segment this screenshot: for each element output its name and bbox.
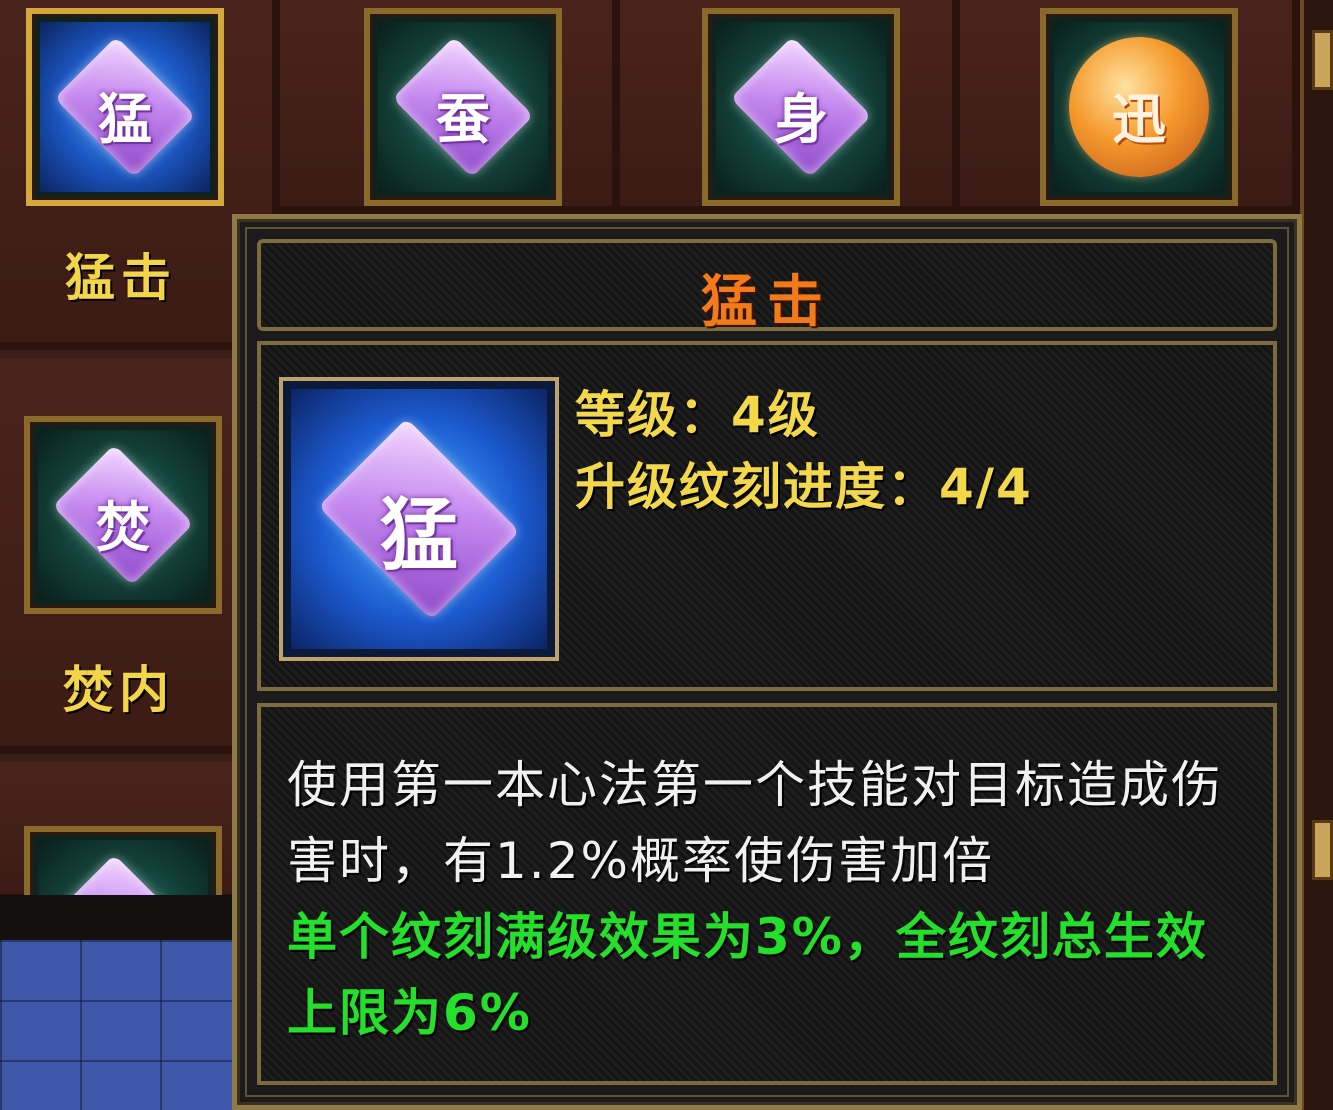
skill-coin-icon: 迅 xyxy=(1069,37,1209,177)
scene-divider xyxy=(0,895,240,945)
skill-large-icon: 猛 xyxy=(279,377,559,661)
skill-tooltip: 猛击 猛 等级：4级 升级纹刻进度：4/4 使用第一本心法第一个技能对目标造成伤… xyxy=(232,214,1302,1110)
skill-slot[interactable]: 迅 xyxy=(1040,8,1238,206)
tooltip-description: 使用第一本心法第一个技能对目标造成伤害时，有1.2%概率使伤害加倍 单个纹刻满级… xyxy=(257,703,1277,1085)
engrave-progress: 升级纹刻进度：4/4 xyxy=(575,458,1033,516)
scroll-handle[interactable] xyxy=(1312,820,1333,880)
skill-label: 猛击 xyxy=(65,249,177,307)
skill-description: 使用第一本心法第一个技能对目标造成伤害时，有1.2%概率使伤害加倍 xyxy=(287,756,1223,890)
tooltip-info: 猛 等级：4级 升级纹刻进度：4/4 xyxy=(257,341,1277,691)
panel-edge xyxy=(1300,0,1333,1110)
tooltip-title: 猛击 xyxy=(701,269,833,335)
skill-slot[interactable]: 蚕 xyxy=(364,8,562,206)
skill-slot-mengji[interactable]: 猛 xyxy=(26,8,224,206)
stone-floor xyxy=(0,940,240,1110)
skill-level: 等级：4级 xyxy=(575,386,820,444)
skill-slot[interactable]: 身 xyxy=(702,8,900,206)
skill-bonus: 单个纹刻满级效果为3%，全纹刻总生效上限为6% xyxy=(287,908,1208,1042)
tooltip-header: 猛击 xyxy=(257,239,1277,335)
scroll-handle[interactable] xyxy=(1312,30,1333,90)
skill-label: 焚内 xyxy=(63,661,175,719)
skill-slot-fennei[interactable]: 焚 xyxy=(24,416,222,614)
